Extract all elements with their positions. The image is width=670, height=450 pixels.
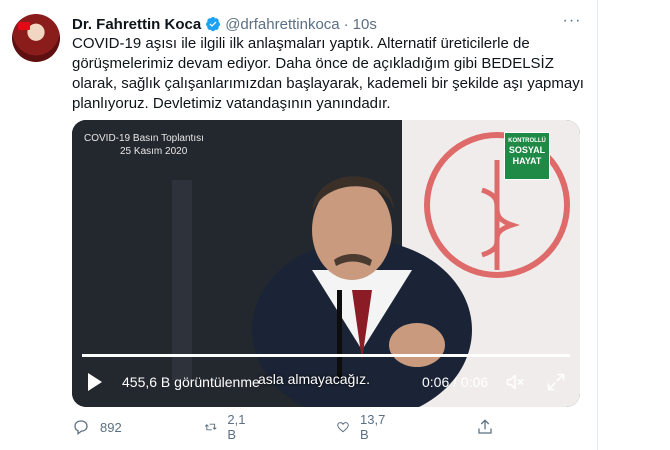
- overlay-title-text: COVID-19 Basın Toplantısı: [84, 133, 204, 144]
- video-duration: 0:06 / 0:06: [422, 374, 489, 390]
- tweet-text-line: olarak, sağlık çalışanlarımızdan başlaya…: [72, 75, 584, 92]
- mute-icon[interactable]: [504, 372, 526, 392]
- tweet-header: Dr. Fahrettin Koca @drfahrettinkoca · 10…: [72, 14, 377, 34]
- share-action[interactable]: [476, 416, 504, 438]
- video-player[interactable]: COVID-19 Basın Toplantısı 25 Kasım 2020 …: [72, 120, 580, 407]
- video-overlay-title: COVID-19 Basın Toplantısı 25 Kasım 2020: [84, 132, 204, 158]
- verified-badge-icon: [206, 17, 221, 32]
- video-progress-fill: [82, 354, 570, 357]
- tweet-text-line: planlıyoruz. Devletimiz vatandaşının yan…: [72, 95, 391, 112]
- reply-count: 892: [100, 419, 122, 435]
- author-name[interactable]: Dr. Fahrettin Koca: [72, 16, 201, 33]
- kontrollu-sosyal-hayat-badge: KONTROLLÜ SOSYAL HAYAT: [504, 132, 550, 180]
- view-count: 455,6 B görüntülenme: [122, 374, 260, 390]
- heart-icon: [337, 422, 349, 433]
- video-progress-bar[interactable]: [82, 354, 570, 357]
- author-avatar[interactable]: [12, 14, 60, 62]
- overlay-date-text: 25 Kasım 2020: [120, 146, 188, 157]
- video-subtitle: asla almayacağız.: [258, 371, 371, 387]
- badge-top-text: KONTROLLÜ: [508, 138, 546, 144]
- like-count: 13,7 B: [360, 412, 386, 442]
- badge-line1: SOSYAL: [508, 145, 546, 155]
- reply-icon: [74, 420, 88, 436]
- tweet-text: COVID-19 aşısı ile ilgili ilk anlaşmalar…: [72, 34, 584, 114]
- more-options-icon[interactable]: ···: [560, 12, 584, 32]
- retweet-count: 2,1 B: [227, 412, 246, 442]
- tweet-card[interactable]: Dr. Fahrettin Koca @drfahrettinkoca · 10…: [0, 0, 598, 450]
- like-action[interactable]: 13,7 B: [336, 412, 389, 442]
- tweet-time[interactable]: 10s: [353, 16, 377, 33]
- play-icon[interactable]: [88, 373, 102, 391]
- retweet-action[interactable]: 2,1 B: [204, 412, 250, 442]
- fullscreen-icon[interactable]: [546, 372, 566, 392]
- tweet-text-line: COVID-19 aşısı ile ilgili ilk anlaşmalar…: [72, 35, 530, 52]
- author-handle[interactable]: @drfahrettinkoca: [225, 16, 339, 33]
- retweet-icon: [204, 423, 217, 431]
- reply-action[interactable]: 892: [72, 416, 122, 438]
- badge-line2: HAYAT: [512, 156, 542, 166]
- separator-dot: ·: [343, 15, 349, 33]
- share-icon: [478, 419, 492, 434]
- tweet-text-line: görüşmelerimiz devam ediyor. Daha önce d…: [72, 55, 554, 72]
- flag-icon: [18, 22, 30, 30]
